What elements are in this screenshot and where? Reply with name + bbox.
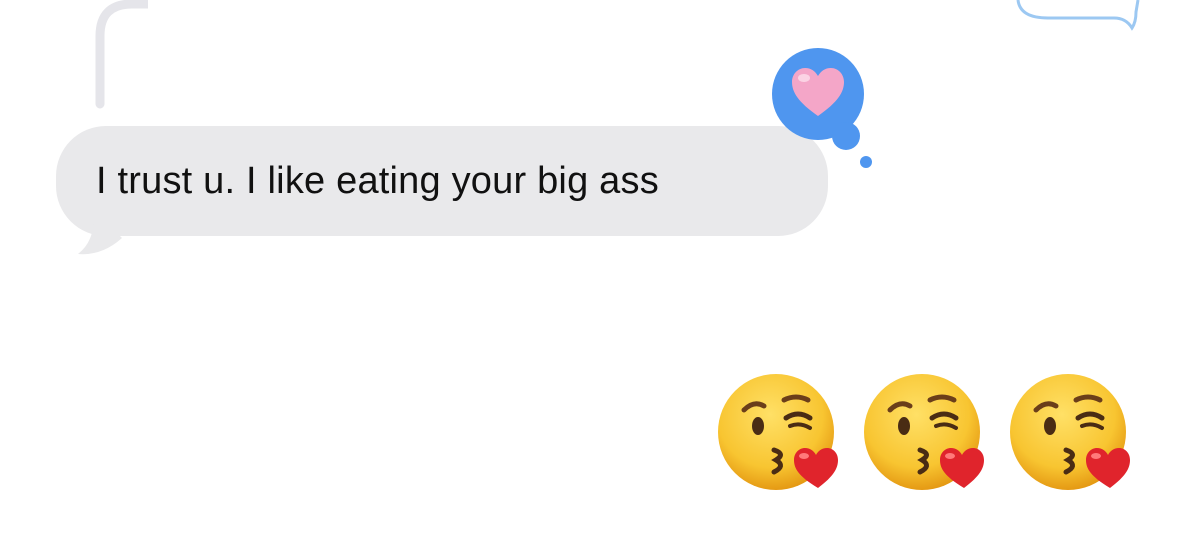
kissing-face-with-heart-icon [1010,374,1130,490]
reply-thread-line [95,0,148,109]
reply-emoji-message[interactable] [714,370,1136,500]
outgoing-bubble-partial [1016,0,1140,31]
kissing-face-with-heart-icon [864,374,984,490]
tapback-reaction[interactable] [768,46,878,176]
message-text: I trust u. I like eating your big ass [96,159,659,202]
bubble-tail [78,210,122,255]
kissing-face-with-heart-icon [718,374,838,490]
incoming-message-bubble[interactable]: I trust u. I like eating your big ass [56,126,828,236]
